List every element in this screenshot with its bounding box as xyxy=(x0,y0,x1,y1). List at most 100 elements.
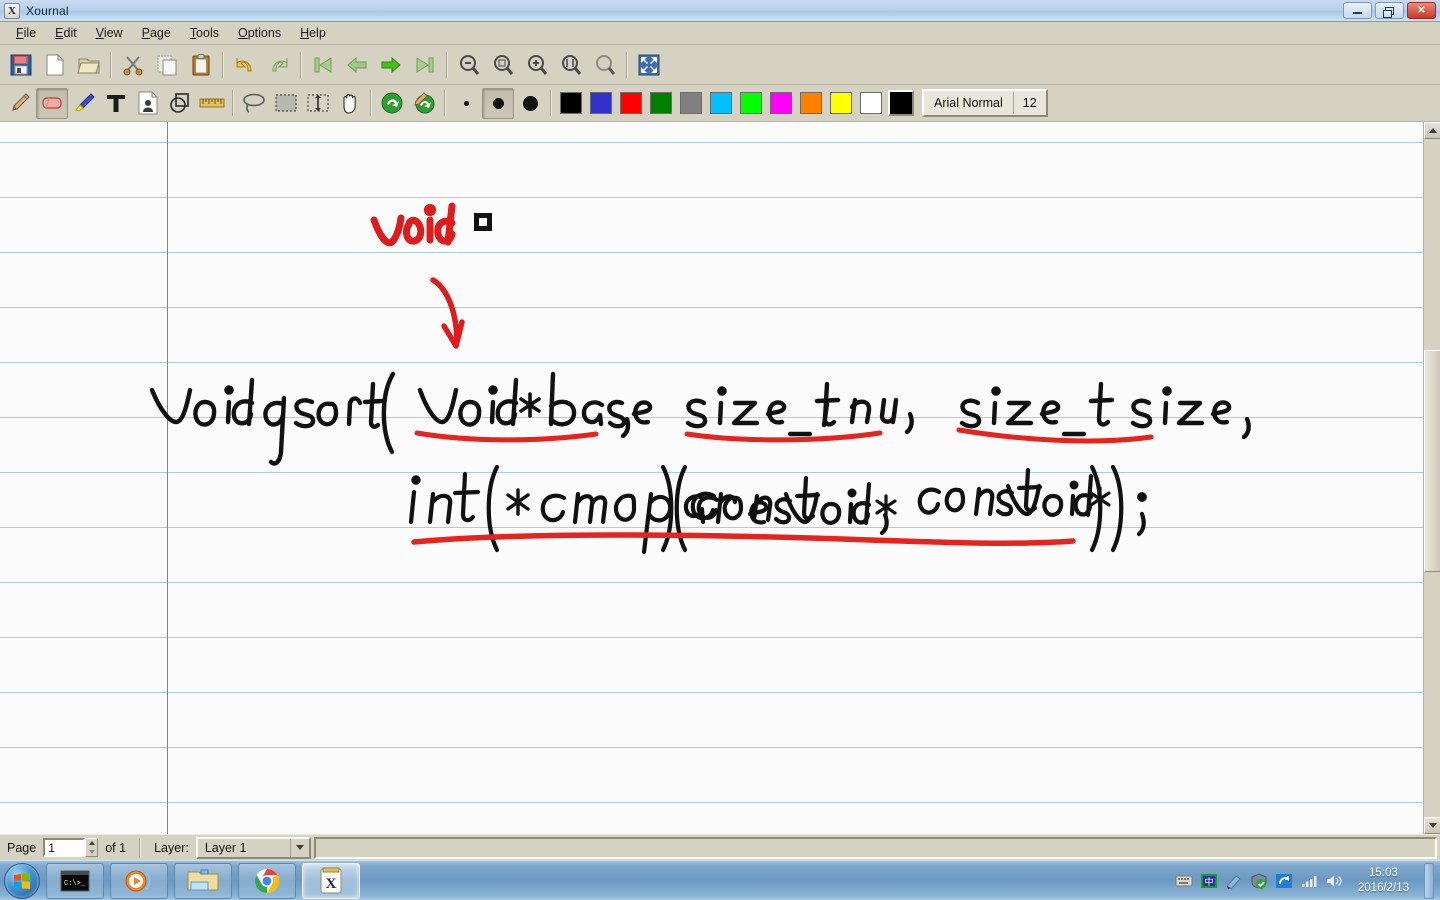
pen-tool[interactable] xyxy=(4,88,36,119)
eraser-tool[interactable] xyxy=(36,87,68,119)
redo-button[interactable] xyxy=(262,48,296,82)
default-pen-button[interactable] xyxy=(376,88,408,119)
vertical-space-tool[interactable] xyxy=(302,88,334,119)
rectangle-select-tool[interactable] xyxy=(270,88,302,119)
color-white[interactable] xyxy=(856,88,886,119)
color-orange[interactable] xyxy=(796,88,826,119)
image-tool[interactable] xyxy=(132,88,164,119)
thickness-medium[interactable] xyxy=(482,87,514,119)
thickness-dot-medium xyxy=(492,97,504,109)
new-button[interactable] xyxy=(38,48,72,82)
zoom-out-button[interactable] xyxy=(452,48,486,82)
page-spinner-down[interactable] xyxy=(86,848,97,857)
shape-recognizer-tool[interactable] xyxy=(164,88,196,119)
cut-button[interactable] xyxy=(116,48,150,82)
scroll-up-button[interactable] xyxy=(1424,122,1440,139)
paste-button[interactable] xyxy=(184,48,218,82)
tray-network-icon[interactable] xyxy=(1300,874,1318,888)
menu-file[interactable]: File xyxy=(8,24,44,42)
color-lightgreen[interactable] xyxy=(736,88,766,119)
taskbar-clock[interactable]: 15:03 2016/2/13 xyxy=(1358,866,1409,896)
font-selector[interactable]: Arial Normal 12 xyxy=(922,89,1048,117)
color-green[interactable] xyxy=(646,88,676,119)
lasso-select-tool[interactable] xyxy=(238,88,270,119)
fullscreen-button[interactable] xyxy=(632,48,666,82)
minimize-icon xyxy=(1353,12,1362,14)
zoom-normal-button[interactable] xyxy=(588,48,622,82)
menu-options[interactable]: Options xyxy=(230,24,289,42)
undo-button[interactable] xyxy=(228,48,262,82)
highlighter-icon xyxy=(75,93,95,112)
tray-keyboard-icon[interactable] xyxy=(1175,874,1193,888)
tray-ime-icon[interactable]: 中 xyxy=(1200,873,1218,889)
menu-tools[interactable]: Tools xyxy=(182,24,227,42)
next-page-button[interactable] xyxy=(374,48,408,82)
chevron-down-icon xyxy=(88,849,95,854)
color-swatch xyxy=(830,92,852,114)
menu-edit[interactable]: Edit xyxy=(47,24,85,42)
hand-tool[interactable] xyxy=(334,88,366,119)
thickness-fine[interactable] xyxy=(450,88,482,119)
status-message-field xyxy=(313,836,1437,859)
eraser-icon xyxy=(42,97,62,109)
highlighter-tool[interactable] xyxy=(68,88,100,119)
close-button[interactable]: ✕ xyxy=(1407,2,1436,19)
taskbar-file-explorer[interactable] xyxy=(174,862,232,899)
tray-volume-icon[interactable] xyxy=(1325,874,1343,888)
color-magenta[interactable] xyxy=(766,88,796,119)
page-number-input[interactable]: 1 xyxy=(43,838,86,857)
previous-page-button[interactable] xyxy=(340,48,374,82)
save-button[interactable] xyxy=(4,48,38,82)
tray-security-icon[interactable] xyxy=(1250,872,1268,889)
clock-time: 15:03 xyxy=(1369,866,1398,879)
canvas-area[interactable] xyxy=(0,122,1440,834)
show-desktop-button[interactable] xyxy=(1424,862,1434,899)
default-tool-button[interactable] xyxy=(408,88,440,119)
window-title: Xournal xyxy=(26,3,69,18)
menu-page[interactable]: Page xyxy=(134,24,179,42)
clipboard-icon xyxy=(192,53,210,75)
first-page-button[interactable] xyxy=(306,48,340,82)
zoom-in-button[interactable] xyxy=(520,48,554,82)
minimize-button[interactable] xyxy=(1343,2,1372,19)
text-tool[interactable] xyxy=(100,88,132,119)
tray-pen-icon[interactable] xyxy=(1225,873,1243,889)
menu-view[interactable]: View xyxy=(88,24,131,42)
ruler-tool[interactable] xyxy=(196,88,228,119)
color-red[interactable] xyxy=(616,88,646,119)
copy-button[interactable] xyxy=(150,48,184,82)
vertical-scrollbar[interactable] xyxy=(1423,122,1440,834)
color-blue[interactable] xyxy=(586,88,616,119)
tray-sync-icon[interactable] xyxy=(1275,873,1293,889)
status-bar: Page 1 of 1 Layer: Layer 1 xyxy=(0,834,1440,860)
file-explorer-icon xyxy=(187,869,219,890)
taskbar-media-player[interactable] xyxy=(110,862,168,899)
layer-dropdown-arrow[interactable] xyxy=(289,838,309,857)
layer-label: Layer: xyxy=(154,840,189,855)
color-yellow[interactable] xyxy=(826,88,856,119)
taskbar-command-prompt[interactable]: C:\>_ xyxy=(46,862,104,899)
thickness-thick[interactable] xyxy=(514,88,546,119)
maximize-button[interactable] xyxy=(1375,2,1404,19)
taskbar-xournal[interactable]: X xyxy=(302,862,360,899)
color-swatch xyxy=(680,92,702,114)
color-gray[interactable] xyxy=(676,88,706,119)
notebook-page[interactable] xyxy=(0,122,1423,834)
last-page-button[interactable] xyxy=(408,48,442,82)
zoom-fit-icon xyxy=(494,54,514,75)
menu-help[interactable]: Help xyxy=(292,24,334,42)
scroll-down-button[interactable] xyxy=(1424,817,1440,834)
color-cyan[interactable] xyxy=(706,88,736,119)
hand-icon xyxy=(343,94,356,114)
layer-dropdown[interactable]: Layer 1 xyxy=(195,836,311,859)
start-button[interactable] xyxy=(4,862,40,899)
scroll-thumb[interactable] xyxy=(1424,350,1440,572)
zoom-fit-button[interactable] xyxy=(486,48,520,82)
page-spinner[interactable] xyxy=(85,838,99,857)
open-button[interactable] xyxy=(72,48,106,82)
page-spinner-up[interactable] xyxy=(86,839,97,848)
taskbar-chrome[interactable] xyxy=(238,862,296,899)
color-other[interactable] xyxy=(886,88,916,119)
color-black[interactable] xyxy=(556,88,586,119)
zoom-width-button[interactable] xyxy=(554,48,588,82)
